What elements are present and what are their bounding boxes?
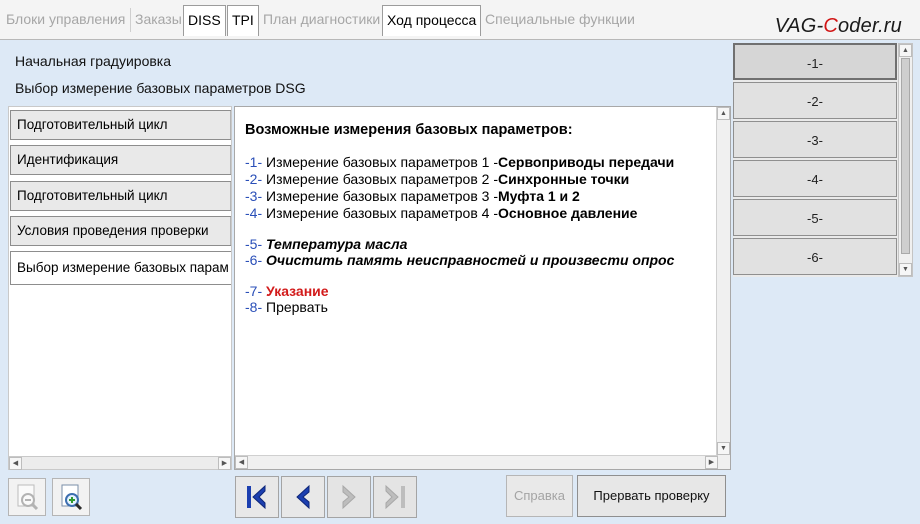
option-button-3[interactable]: -3- <box>733 121 897 158</box>
option-6[interactable]: -6- Очистить память неисправностей и про… <box>245 252 674 268</box>
abort-test-button[interactable]: Прервать проверку <box>577 475 726 517</box>
option-8[interactable]: -8- Прервать <box>245 299 328 315</box>
option-text: Измерение базовых параметров 3 - <box>262 188 499 204</box>
scroll-down-icon[interactable]: ▼ <box>899 263 912 276</box>
content-hscrollbar[interactable]: ◀ ▶ <box>235 455 718 469</box>
zoom-in-icon <box>61 484 83 511</box>
tab-tpi[interactable]: TPI <box>227 5 259 36</box>
option-bold: Основное давление <box>498 205 638 221</box>
bottom-toolbar: Справка Прервать проверку <box>0 472 920 524</box>
option-number: -3- <box>245 188 263 204</box>
option-button-5[interactable]: -5- <box>733 199 897 236</box>
brand-prefix: VAG- <box>774 15 824 37</box>
arrow-right-icon <box>342 484 356 510</box>
option-button-4[interactable]: -4- <box>733 160 897 197</box>
nav-first-button[interactable] <box>235 476 279 518</box>
option-warning: Указание <box>262 283 329 299</box>
step-list-hscrollbar[interactable]: ◀ ▶ <box>8 456 232 470</box>
option-number: -1- <box>245 154 263 170</box>
tab-orders[interactable]: Заказы <box>131 5 186 36</box>
help-button[interactable]: Справка <box>506 475 573 517</box>
option-button-1[interactable]: -1- <box>733 43 897 80</box>
option-1[interactable]: -1- Измерение базовых параметров 1 -Серв… <box>245 154 674 170</box>
tab-diagnostic-plan[interactable]: План диагностики <box>259 5 384 36</box>
option-number: -8- <box>245 299 263 315</box>
content-panel: Возможные измерения базовых параметров: … <box>234 106 731 470</box>
nav-last-button[interactable] <box>373 476 417 518</box>
tab-diss[interactable]: DISS <box>183 5 226 36</box>
option-number: -2- <box>245 171 263 187</box>
option-number: -4- <box>245 205 263 221</box>
step-item-preparation-1[interactable]: Подготовительный цикл <box>10 110 231 140</box>
zoom-in-button[interactable] <box>52 478 90 516</box>
option-text: Прервать <box>262 299 328 315</box>
option-bold: Синхронные точки <box>498 171 630 187</box>
tab-special-functions[interactable]: Специальные функции <box>481 5 639 36</box>
header-line-procedure: Начальная градуировка <box>15 53 172 69</box>
scroll-up-icon[interactable]: ▲ <box>899 44 912 57</box>
scroll-thumb[interactable] <box>901 58 910 254</box>
option-button-scrollbar[interactable]: ▲ ▼ <box>898 43 913 277</box>
brand-watermark: VAG-Coder.ru <box>775 15 902 38</box>
step-item-identification[interactable]: Идентификация <box>10 145 231 175</box>
option-text: Измерение базовых параметров 4 - <box>262 205 499 221</box>
option-button-2[interactable]: -2- <box>733 82 897 119</box>
tab-bar: Блоки управления Заказы DISS TPI План ди… <box>0 0 920 40</box>
step-list: Подготовительный цикл Идентификация Подг… <box>8 106 232 466</box>
option-5[interactable]: -5- Температура масла <box>245 236 407 252</box>
tab-control-units[interactable]: Блоки управления <box>2 5 129 36</box>
step-item-select-measurement[interactable]: Выбор измерение базовых парам <box>10 251 231 285</box>
zoom-out-button[interactable] <box>8 478 46 516</box>
option-number: -5- <box>245 236 263 252</box>
scroll-right-icon[interactable]: ▶ <box>705 456 718 469</box>
option-bold-italic: Температура масла <box>262 236 408 252</box>
scroll-right-icon[interactable]: ▶ <box>218 457 231 470</box>
step-item-test-conditions[interactable]: Условия проведения проверки <box>10 216 231 246</box>
scroll-down-icon[interactable]: ▼ <box>717 442 730 455</box>
option-text: Измерение базовых параметров 2 - <box>262 171 499 187</box>
option-bold: Сервоприводы передачи <box>498 154 675 170</box>
option-2[interactable]: -2- Измерение базовых параметров 2 -Синх… <box>245 171 629 187</box>
brand-highlight: C <box>823 15 838 37</box>
option-text: Измерение базовых параметров 1 - <box>262 154 499 170</box>
nav-previous-button[interactable] <box>281 476 325 518</box>
option-button-column: -1- -2- -3- -4- -5- -6- <box>733 43 898 277</box>
scroll-left-icon[interactable]: ◀ <box>235 456 248 469</box>
content-vscrollbar[interactable]: ▲ ▼ <box>716 107 730 469</box>
option-bold-italic: Очистить память неисправностей и произве… <box>262 252 675 268</box>
option-3[interactable]: -3- Измерение базовых параметров 3 -Муфт… <box>245 188 580 204</box>
scroll-left-icon[interactable]: ◀ <box>9 457 22 470</box>
option-bold: Муфта 1 и 2 <box>498 188 580 204</box>
content-title: Возможные измерения базовых параметров: <box>245 122 573 138</box>
header-info-panel: Начальная градуировка Выбор измерение ба… <box>8 44 730 104</box>
header-line-step: Выбор измерение базовых параметров DSG <box>15 80 306 96</box>
option-7[interactable]: -7- Указание <box>245 283 329 299</box>
arrow-left-icon <box>296 484 310 510</box>
option-button-6[interactable]: -6- <box>733 238 897 275</box>
scroll-up-icon[interactable]: ▲ <box>717 107 730 120</box>
skip-last-icon <box>385 484 405 510</box>
step-item-preparation-2[interactable]: Подготовительный цикл <box>10 181 231 211</box>
nav-next-button[interactable] <box>327 476 371 518</box>
brand-suffix: oder.ru <box>837 15 902 37</box>
option-4[interactable]: -4- Измерение базовых параметров 4 -Осно… <box>245 205 637 221</box>
zoom-out-icon <box>17 484 39 511</box>
skip-first-icon <box>247 484 266 510</box>
tab-process-progress[interactable]: Ход процесса <box>382 5 482 36</box>
option-number: -7- <box>245 283 263 299</box>
option-number: -6- <box>245 252 263 268</box>
